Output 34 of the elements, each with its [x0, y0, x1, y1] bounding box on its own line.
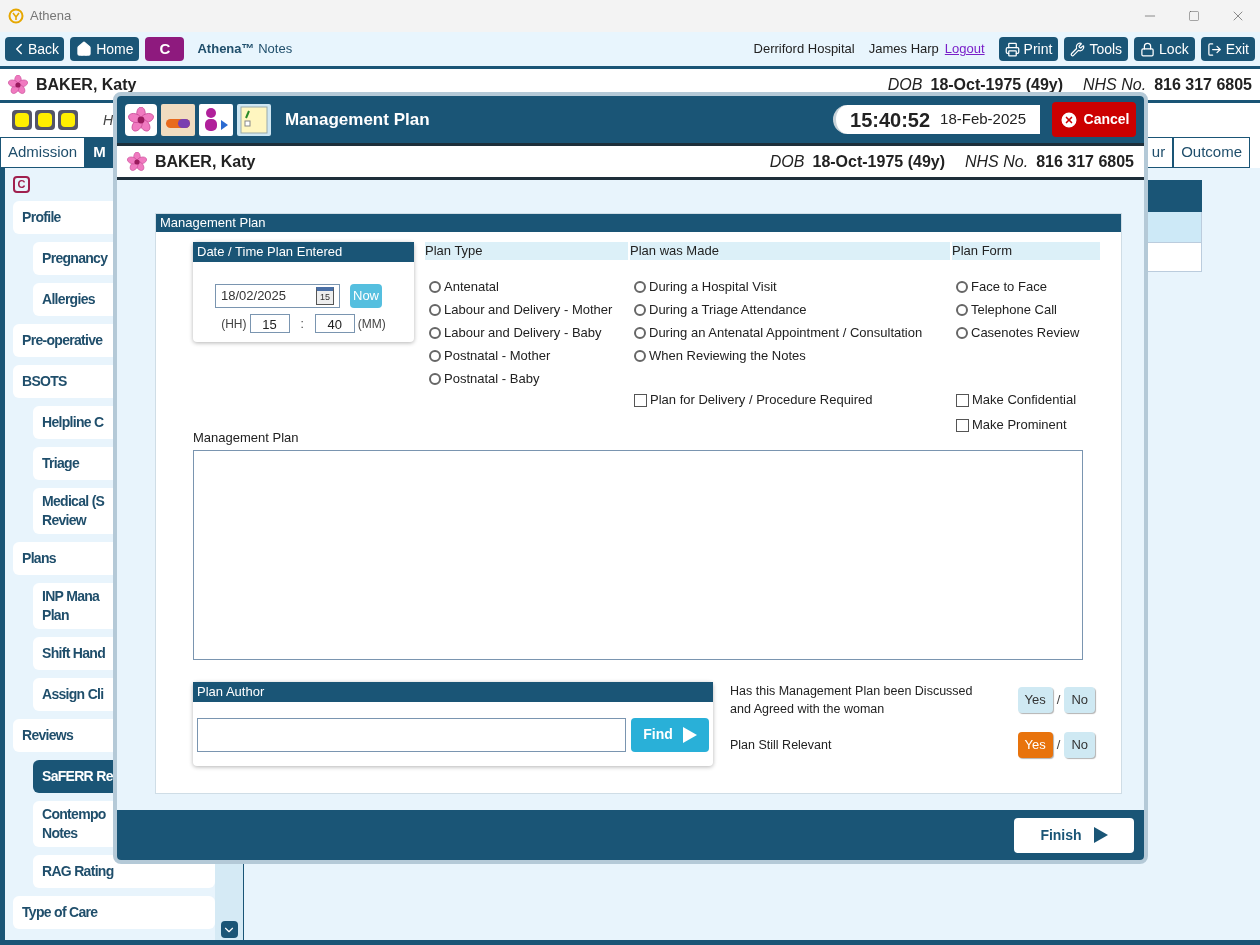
group-heading: Plan Form — [952, 242, 1100, 260]
dob-label: DOB — [887, 74, 923, 95]
c-badge-icon: C — [13, 176, 30, 193]
card-title: Management Plan — [156, 214, 1121, 232]
group-heading: Plan was Made — [630, 242, 950, 260]
question-text: Has this Management Plan been Discussed and Agreed with the woman — [730, 682, 974, 718]
window-title: Athena — [30, 7, 72, 26]
user-name: James Harp — [868, 40, 939, 59]
hour-label: (HH) — [221, 315, 247, 333]
patient-name: BAKER, Katy — [36, 74, 137, 95]
question-text: Plan Still Relevant — [730, 736, 833, 754]
option-separator: / — [1056, 690, 1061, 709]
clock-time: 15:40:52 — [850, 107, 931, 133]
time-separator: : — [300, 315, 304, 333]
dob-label: DOB — [769, 151, 805, 172]
notes-label: Management Plan — [193, 429, 300, 447]
nhs-value: 816 317 6805 — [1154, 74, 1252, 95]
minute-label: (MM) — [357, 315, 386, 333]
app-name: Athena™ — [197, 41, 255, 57]
help-row-text: H — [103, 110, 114, 130]
dialog-title: Management Plan — [285, 108, 430, 131]
hospital-name: Derriford Hospital — [753, 40, 855, 59]
app-subtitle: Notes — [258, 41, 293, 57]
clock-date: 18-Feb-2025 — [940, 109, 1026, 130]
patient-name: BAKER, Katy — [155, 151, 256, 172]
dob-value: 18-Oct-1975 (49y) — [930, 74, 1063, 95]
nhs-label: NHS No. — [1083, 74, 1147, 95]
group-heading: Plan Type — [425, 242, 628, 260]
nhs-value: 816 317 6805 — [1036, 151, 1134, 172]
date-panel-title: Date / Time Plan Entered — [193, 242, 414, 262]
author-panel-title: Plan Author — [193, 681, 713, 702]
nhs-label: NHS No. — [965, 151, 1029, 172]
dob-value: 18-Oct-1975 (49y) — [812, 151, 945, 172]
option-separator: / — [1056, 735, 1061, 754]
